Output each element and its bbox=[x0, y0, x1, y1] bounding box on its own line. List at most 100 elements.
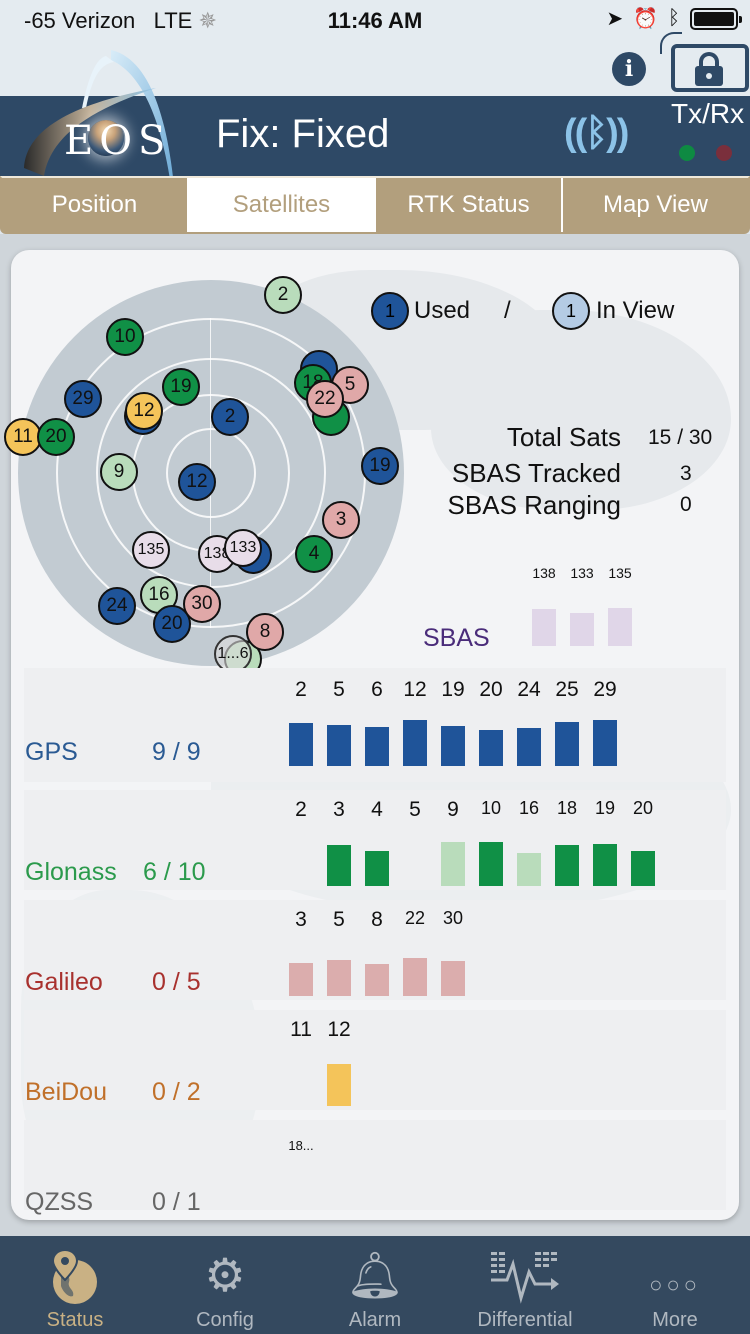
signal-bar bbox=[365, 851, 389, 886]
satellite-marker[interactable]: 8 bbox=[246, 613, 284, 651]
prn-label: 24 bbox=[517, 678, 541, 701]
satellite-marker[interactable]: 9 bbox=[100, 453, 138, 491]
prn-label: 30 bbox=[442, 908, 464, 928]
tabbar-differential[interactable]: Differential bbox=[450, 1236, 600, 1334]
signal-bar bbox=[479, 730, 503, 766]
tab-map-view[interactable]: Map View bbox=[563, 178, 748, 232]
satellite-marker[interactable]: 4 bbox=[295, 535, 333, 573]
globe-pin-icon bbox=[51, 1248, 97, 1304]
bell-icon: 🔔︎ bbox=[345, 1249, 405, 1301]
prn-label: 6 bbox=[371, 678, 383, 701]
signal-bar bbox=[631, 851, 655, 886]
satellite-marker[interactable]: 19 bbox=[361, 447, 399, 485]
prn-label: 18... bbox=[288, 1138, 314, 1153]
prn-label: 12 bbox=[327, 1018, 351, 1041]
tabbar-differential-label: Differential bbox=[477, 1309, 573, 1331]
satellite-marker[interactable]: 135 bbox=[132, 531, 170, 569]
fix-status: Fix: Fixed bbox=[216, 112, 390, 156]
segment-tabs: Position Satellites RTK Status Map View bbox=[0, 176, 750, 234]
satellite-marker[interactable]: 20 bbox=[37, 418, 75, 456]
battery-icon bbox=[690, 7, 742, 30]
sbas-tracked-value: 3 bbox=[680, 462, 692, 485]
more-dots-icon: ○○○ bbox=[649, 1272, 701, 1297]
constellation-row bbox=[24, 1010, 726, 1110]
tab-satellites[interactable]: Satellites bbox=[189, 178, 376, 232]
constellation-name: QZSS bbox=[25, 1188, 94, 1216]
prn-label: 20 bbox=[479, 678, 503, 701]
signal-bar bbox=[555, 845, 579, 886]
tx-indicator bbox=[679, 145, 695, 161]
satellite-marker[interactable]: 3 bbox=[322, 501, 360, 539]
prn-label: 18 bbox=[556, 798, 578, 818]
tabbar-config-label: Config bbox=[196, 1309, 254, 1331]
constellation-count: 0 / 1 bbox=[152, 1188, 201, 1216]
prn-label: 8 bbox=[371, 908, 383, 931]
prn-label: 133 bbox=[570, 565, 594, 581]
satellite-marker[interactable]: 10 bbox=[106, 318, 144, 356]
prn-label: 22 bbox=[404, 908, 426, 928]
legend-used-label: Used bbox=[414, 297, 471, 324]
location-arrow-icon: ➤ bbox=[606, 8, 624, 30]
constellation-count: 6 / 10 bbox=[143, 858, 206, 886]
signal-bar bbox=[289, 723, 313, 766]
bluetooth-broadcast-icon[interactable]: ((ᛒ)) bbox=[564, 112, 629, 155]
tabbar-config[interactable]: ⚙ Config bbox=[150, 1236, 300, 1334]
satellite-marker[interactable]: 24 bbox=[98, 587, 136, 625]
rotation-lock-button[interactable] bbox=[671, 44, 749, 92]
prn-label: 5 bbox=[409, 798, 421, 821]
constellation-count: 0 / 2 bbox=[152, 1078, 201, 1106]
prn-label: 135 bbox=[608, 565, 632, 581]
constellation-count: 0 / 5 bbox=[152, 968, 201, 996]
signal-bar bbox=[365, 727, 389, 766]
prn-label: 5 bbox=[333, 908, 345, 931]
prn-label: 3 bbox=[295, 908, 307, 931]
satellite-marker[interactable]: 20 bbox=[153, 605, 191, 643]
signal-bar bbox=[403, 958, 427, 996]
bluetooth-icon: ᛒ bbox=[668, 7, 680, 29]
tabbar-alarm-label: Alarm bbox=[348, 1309, 402, 1331]
satellite-marker[interactable]: 22 bbox=[306, 380, 344, 418]
tabbar-alarm[interactable]: 🔔︎ Alarm bbox=[300, 1236, 450, 1334]
satellite-marker[interactable]: 2 bbox=[211, 398, 249, 436]
signal-bar bbox=[327, 1064, 351, 1106]
satellite-marker[interactable]: 19 bbox=[162, 368, 200, 406]
logo-text: EOS bbox=[64, 118, 172, 164]
legend-inview-swatch: 1 bbox=[552, 292, 590, 330]
signal-waveform-icon bbox=[491, 1252, 559, 1304]
rx-indicator bbox=[716, 145, 732, 161]
signal-bar bbox=[327, 960, 351, 996]
legend-inview-label: In View bbox=[596, 297, 675, 324]
constellation-name: BeiDou bbox=[25, 1078, 107, 1106]
satellite-marker[interactable]: 133 bbox=[224, 529, 262, 567]
legend-separator: / bbox=[504, 297, 511, 324]
prn-label: 2 bbox=[295, 798, 307, 821]
prn-label: 25 bbox=[555, 678, 579, 701]
satellite-marker[interactable]: 29 bbox=[64, 380, 102, 418]
prn-label: 2 bbox=[295, 678, 307, 701]
signal-bar bbox=[532, 609, 556, 646]
total-sats-label: Total Sats bbox=[506, 422, 621, 452]
status-bar: -65 Verizon LTE ✵ 11:46 AM ➤ ⏰ ᛒ bbox=[0, 0, 750, 40]
alarm-icon: ⏰ bbox=[633, 8, 658, 30]
signal-bar bbox=[441, 726, 465, 766]
satellite-marker[interactable]: 12 bbox=[125, 392, 163, 430]
prn-label: 19 bbox=[594, 798, 616, 818]
satellite-marker[interactable]: 12 bbox=[178, 463, 216, 501]
sbas-ranging-label: SBAS Ranging bbox=[447, 490, 621, 520]
info-button[interactable]: i bbox=[612, 52, 646, 86]
tabbar-more[interactable]: ○○○ More bbox=[600, 1236, 750, 1334]
signal-bar bbox=[593, 720, 617, 766]
prn-label: 4 bbox=[371, 798, 383, 821]
prn-label: 11 bbox=[290, 1018, 312, 1041]
signal-bar bbox=[593, 844, 617, 886]
tab-position[interactable]: Position bbox=[2, 178, 189, 232]
gears-icon: ⚙ bbox=[204, 1249, 246, 1301]
signal-bar bbox=[555, 722, 579, 766]
constellation-name: GPS bbox=[25, 738, 78, 766]
tab-rtk-status[interactable]: RTK Status bbox=[376, 178, 563, 232]
prn-label: 10 bbox=[480, 798, 502, 818]
prn-label: 9 bbox=[447, 798, 459, 821]
tabbar-status[interactable]: Status bbox=[0, 1236, 150, 1334]
satellite-marker[interactable]: 2 bbox=[264, 276, 302, 314]
signal-bar bbox=[570, 613, 594, 646]
